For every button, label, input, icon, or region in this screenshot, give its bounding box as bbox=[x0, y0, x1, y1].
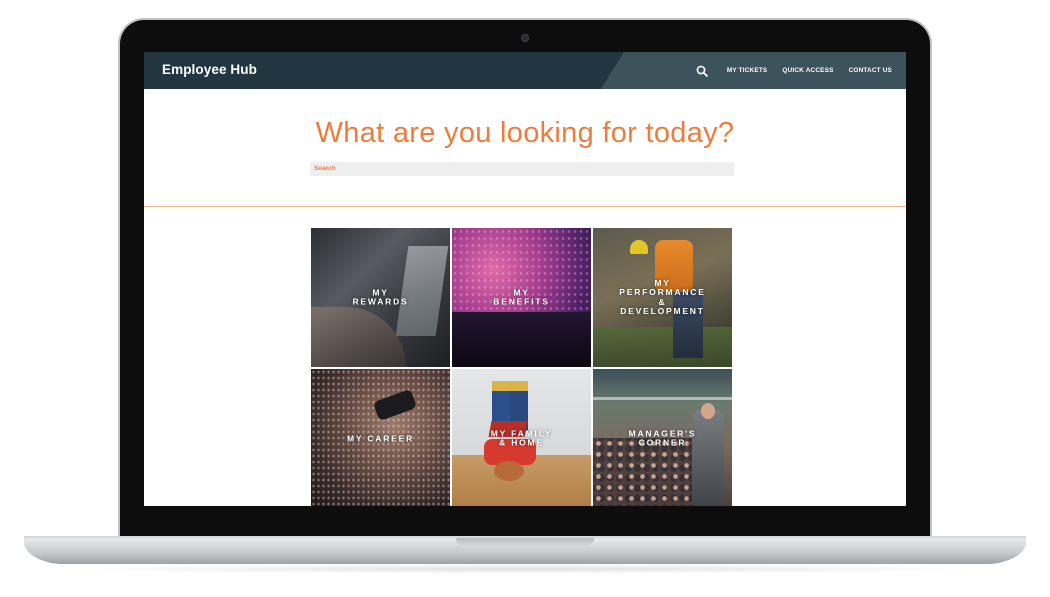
laptop-mockup: Employee Hub MY TICKETS QUICK ACCESS CON… bbox=[0, 0, 1050, 597]
section-divider bbox=[144, 206, 906, 207]
tile-image bbox=[593, 397, 732, 400]
tile-managers-corner[interactable]: MANAGER'S CORNER bbox=[593, 369, 732, 506]
tile-image bbox=[593, 438, 703, 506]
tile-my-performance-development[interactable]: MY PERFORMANCE & DEVELOPMENT bbox=[593, 228, 732, 367]
tile-label: MY PERFORMANCE & DEVELOPMENT bbox=[619, 277, 706, 316]
camera bbox=[521, 34, 529, 42]
search-placeholder: Search bbox=[314, 165, 336, 172]
nav-links: MY TICKETS QUICK ACCESS CONTACT US bbox=[696, 52, 892, 89]
tile-image bbox=[452, 312, 591, 367]
tile-label: MY FAMILY & HOME bbox=[490, 428, 553, 448]
page-title: What are you looking for today? bbox=[315, 117, 735, 149]
nav-my-tickets[interactable]: MY TICKETS bbox=[727, 67, 768, 74]
laptop-notch bbox=[456, 538, 594, 547]
tile-label: MY REWARDS bbox=[352, 287, 409, 307]
tile-image bbox=[593, 327, 732, 367]
search-icon[interactable] bbox=[696, 64, 710, 78]
search-input[interactable]: Search bbox=[310, 162, 734, 176]
tile-image bbox=[701, 403, 715, 419]
tile-label: MANAGER'S CORNER bbox=[628, 428, 697, 448]
tile-image bbox=[494, 461, 524, 481]
tile-image bbox=[630, 240, 648, 254]
tile-my-rewards[interactable]: MY REWARDS bbox=[311, 228, 450, 367]
tile-image bbox=[311, 307, 406, 367]
nav-quick-access[interactable]: QUICK ACCESS bbox=[782, 67, 833, 74]
tile-image bbox=[692, 409, 724, 506]
tile-my-career[interactable]: MY CAREER bbox=[311, 369, 450, 506]
tile-image bbox=[492, 381, 528, 391]
top-navbar: Employee Hub MY TICKETS QUICK ACCESS CON… bbox=[144, 52, 906, 89]
nav-contact-us[interactable]: CONTACT US bbox=[849, 67, 892, 74]
brand-logo[interactable]: Employee Hub bbox=[162, 62, 257, 77]
category-grid: MY REWARDS MY BENEFITS MY PERFORMANCE & … bbox=[311, 228, 733, 506]
tile-my-benefits[interactable]: MY BENEFITS bbox=[452, 228, 591, 367]
tile-label: MY BENEFITS bbox=[493, 287, 550, 307]
search-icon-glyph bbox=[696, 65, 708, 77]
laptop-shadow bbox=[60, 564, 990, 574]
laptop-screen: Employee Hub MY TICKETS QUICK ACCESS CON… bbox=[144, 52, 906, 506]
tile-label: MY CAREER bbox=[346, 432, 415, 443]
tile-my-family-home[interactable]: MY FAMILY & HOME bbox=[452, 369, 591, 506]
